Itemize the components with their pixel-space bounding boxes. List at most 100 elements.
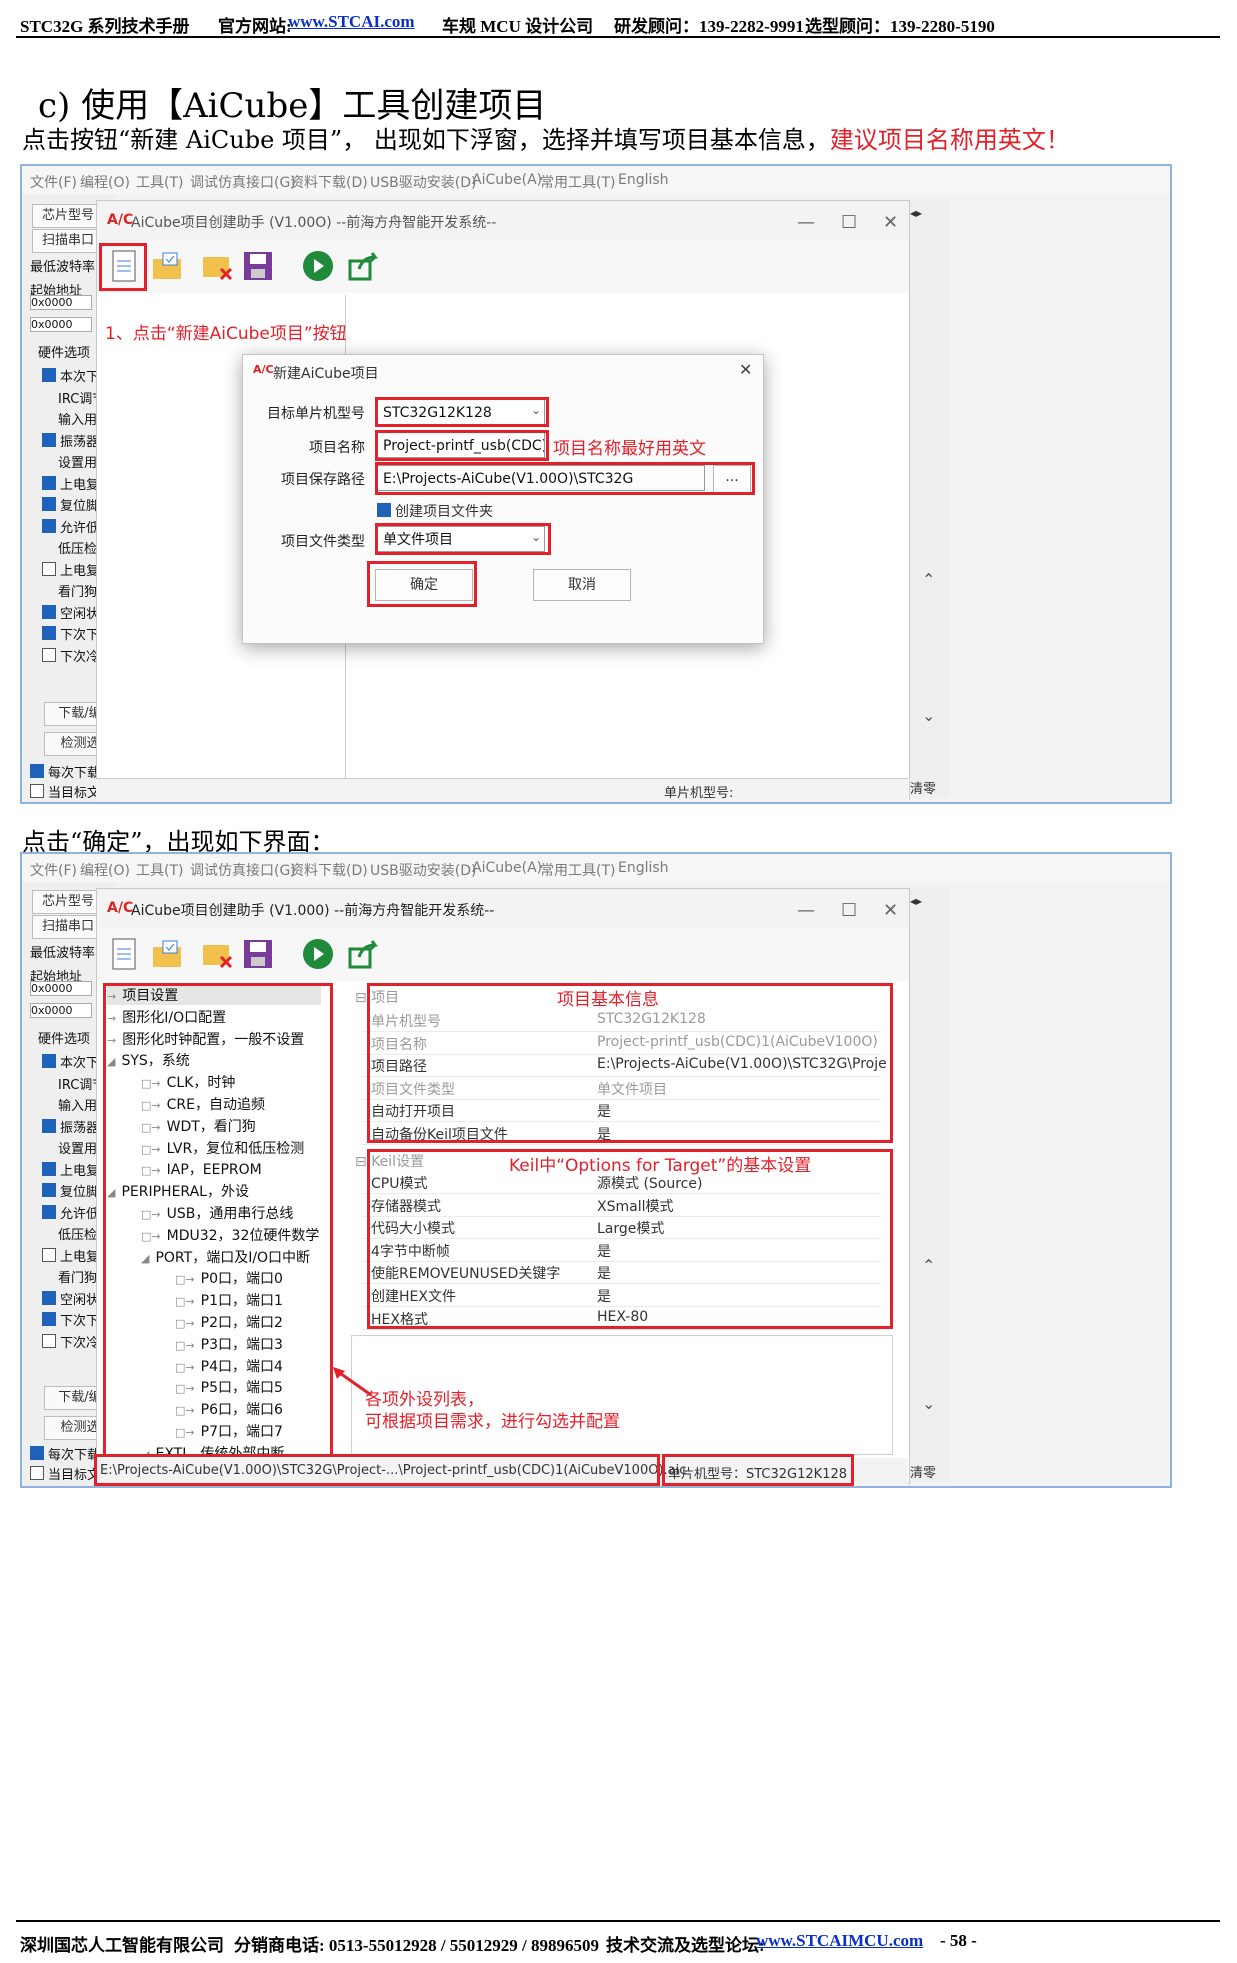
file-type-highlight bbox=[375, 523, 551, 555]
close-project-icon[interactable] bbox=[201, 249, 235, 283]
open-project-icon[interactable] bbox=[151, 249, 185, 283]
menu-file[interactable]: 文件(F) bbox=[30, 172, 77, 192]
hw-option-checkbox[interactable] bbox=[42, 1118, 56, 1133]
addr-field-1[interactable]: 0x0000 bbox=[30, 981, 92, 996]
forum-link[interactable]: www.STCAIMCU.com bbox=[756, 1931, 923, 1950]
hw-option-row: 设置用 bbox=[42, 1138, 97, 1157]
hw-option-checkbox[interactable] bbox=[42, 518, 56, 533]
menu-aicube[interactable]: AiCube(A) bbox=[472, 172, 542, 188]
open-project-icon[interactable] bbox=[151, 937, 185, 971]
hw-option-checkbox[interactable] bbox=[42, 1054, 56, 1068]
hw-option-checkbox[interactable] bbox=[42, 1247, 56, 1262]
menu-aicube[interactable]: AiCube(A) bbox=[472, 860, 542, 876]
hw-option-checkbox[interactable] bbox=[42, 1204, 56, 1219]
menu-english[interactable]: English bbox=[618, 172, 669, 188]
addr-field-2[interactable]: 0x0000 bbox=[30, 317, 92, 332]
menu-tools[interactable]: 工具(T) bbox=[136, 172, 183, 192]
collapse-icon[interactable]: ⊟ bbox=[355, 1154, 367, 1170]
site-link[interactable]: www.STCAI.com bbox=[288, 12, 415, 31]
save-path-label: 项目保存路径 bbox=[281, 472, 365, 488]
hw-option-label: 下次下 bbox=[60, 1314, 100, 1329]
scroll-up-icon[interactable]: ⌃ bbox=[922, 1256, 935, 1275]
close-icon[interactable]: ✕ bbox=[883, 212, 898, 233]
chip-model-label: 目标单片机型号 bbox=[267, 406, 365, 422]
save-icon[interactable] bbox=[241, 937, 275, 971]
each-download-checkbox[interactable] bbox=[30, 764, 44, 778]
hw-options-tab[interactable]: 硬件选项 bbox=[38, 342, 90, 361]
dialog-close-icon[interactable]: ✕ bbox=[739, 360, 752, 379]
current-target-label: 当目标文 bbox=[48, 1468, 101, 1483]
hw-option-checkbox[interactable] bbox=[42, 475, 56, 490]
run-icon[interactable] bbox=[301, 249, 335, 283]
screenshot-new-project-dialog: 文件(F) 编程(O) 工具(T) 调试仿真接口(G) 资料下载(D) USB驱… bbox=[20, 164, 1172, 804]
clear-button[interactable]: 清零 bbox=[910, 778, 936, 797]
menu-program[interactable]: 编程(O) bbox=[80, 860, 130, 880]
hw-option-checkbox[interactable] bbox=[42, 626, 56, 640]
aicube-logo-icon: A/C bbox=[107, 212, 134, 228]
scan-port-button[interactable]: 扫描串口 bbox=[32, 229, 104, 253]
current-target-checkbox[interactable] bbox=[30, 1466, 44, 1480]
hw-option-checkbox[interactable] bbox=[42, 604, 56, 619]
export-icon[interactable] bbox=[347, 937, 381, 971]
menu-tools[interactable]: 工具(T) bbox=[136, 860, 183, 880]
hw-option-checkbox[interactable] bbox=[42, 1312, 56, 1326]
scroll-down-icon[interactable]: ⌄ bbox=[922, 706, 935, 725]
hw-option-label: 下次冷 bbox=[60, 649, 100, 665]
footer-forum-label: 技术交流及选型论坛: bbox=[606, 1936, 765, 1955]
menu-common-tools[interactable]: 常用工具(T) bbox=[540, 860, 615, 880]
nav-arrows-icon[interactable]: ◂▸ bbox=[910, 206, 922, 220]
save-icon[interactable] bbox=[241, 249, 275, 283]
project-info-highlight bbox=[367, 983, 893, 1143]
hw-option-checkbox[interactable] bbox=[42, 647, 56, 662]
menu-usb-driver[interactable]: USB驱动安装(D) bbox=[370, 860, 476, 880]
menu-download[interactable]: 资料下载(D) bbox=[290, 172, 368, 192]
hw-options-tab[interactable]: 硬件选项 bbox=[38, 1028, 90, 1047]
scroll-down-icon[interactable]: ⌄ bbox=[922, 1394, 935, 1413]
maximize-icon[interactable]: ☐ bbox=[841, 900, 857, 921]
hw-option-checkbox[interactable] bbox=[42, 561, 56, 576]
chip-model-button[interactable]: 芯片型号 bbox=[32, 890, 104, 914]
footer-rule bbox=[16, 1920, 1220, 1922]
chip-model-button[interactable]: 芯片型号 bbox=[32, 204, 104, 228]
cancel-button[interactable]: 取消 bbox=[533, 569, 631, 601]
menu-download[interactable]: 资料下载(D) bbox=[290, 860, 368, 880]
export-icon[interactable] bbox=[347, 249, 381, 283]
addr-field-1[interactable]: 0x0000 bbox=[30, 295, 92, 310]
run-icon[interactable] bbox=[301, 937, 335, 971]
close-project-icon[interactable] bbox=[201, 937, 235, 971]
hw-option-row: 空闲状 bbox=[42, 603, 99, 622]
addr-field-2[interactable]: 0x0000 bbox=[30, 1003, 92, 1018]
current-target-checkbox[interactable] bbox=[30, 784, 44, 798]
hw-option-checkbox[interactable] bbox=[42, 1333, 56, 1348]
each-download-checkbox[interactable] bbox=[30, 1446, 44, 1460]
scan-port-button[interactable]: 扫描串口 bbox=[32, 915, 104, 939]
menu-file[interactable]: 文件(F) bbox=[30, 860, 77, 880]
hw-option-label: 允许低 bbox=[60, 1206, 100, 1222]
clear-button[interactable]: 清零 bbox=[910, 1462, 936, 1481]
hw-option-checkbox[interactable] bbox=[42, 432, 56, 447]
scroll-up-icon[interactable]: ⌃ bbox=[922, 570, 935, 589]
nav-arrows-icon[interactable]: ◂▸ bbox=[910, 894, 922, 908]
maximize-icon[interactable]: ☐ bbox=[841, 212, 857, 233]
collapse-icon[interactable]: ⊟ bbox=[355, 990, 367, 1006]
menu-english[interactable]: English bbox=[618, 860, 669, 876]
project-name-annotation: 项目名称最好用英文 bbox=[553, 439, 706, 459]
hw-option-row: 低压检 bbox=[42, 538, 97, 557]
hw-option-checkbox[interactable] bbox=[42, 1161, 56, 1176]
minimize-icon[interactable]: — bbox=[797, 212, 815, 233]
hw-option-checkbox[interactable] bbox=[42, 497, 56, 511]
create-folder-checkbox[interactable] bbox=[377, 503, 391, 517]
new-project-icon[interactable] bbox=[107, 937, 141, 971]
minimize-icon[interactable]: — bbox=[797, 900, 815, 921]
menu-debug[interactable]: 调试仿真接口(G) bbox=[190, 172, 296, 192]
menu-program[interactable]: 编程(O) bbox=[80, 172, 130, 192]
menu-common-tools[interactable]: 常用工具(T) bbox=[540, 172, 615, 192]
hw-option-checkbox[interactable] bbox=[42, 1290, 56, 1305]
hw-option-checkbox[interactable] bbox=[42, 368, 56, 382]
menu-debug[interactable]: 调试仿真接口(G) bbox=[190, 860, 296, 880]
hw-option-row: 下次冷 bbox=[42, 1332, 99, 1351]
hw-option-row: 振荡器 bbox=[42, 431, 99, 450]
menu-usb-driver[interactable]: USB驱动安装(D) bbox=[370, 172, 476, 192]
hw-option-checkbox[interactable] bbox=[42, 1183, 56, 1197]
close-icon[interactable]: ✕ bbox=[883, 900, 898, 921]
